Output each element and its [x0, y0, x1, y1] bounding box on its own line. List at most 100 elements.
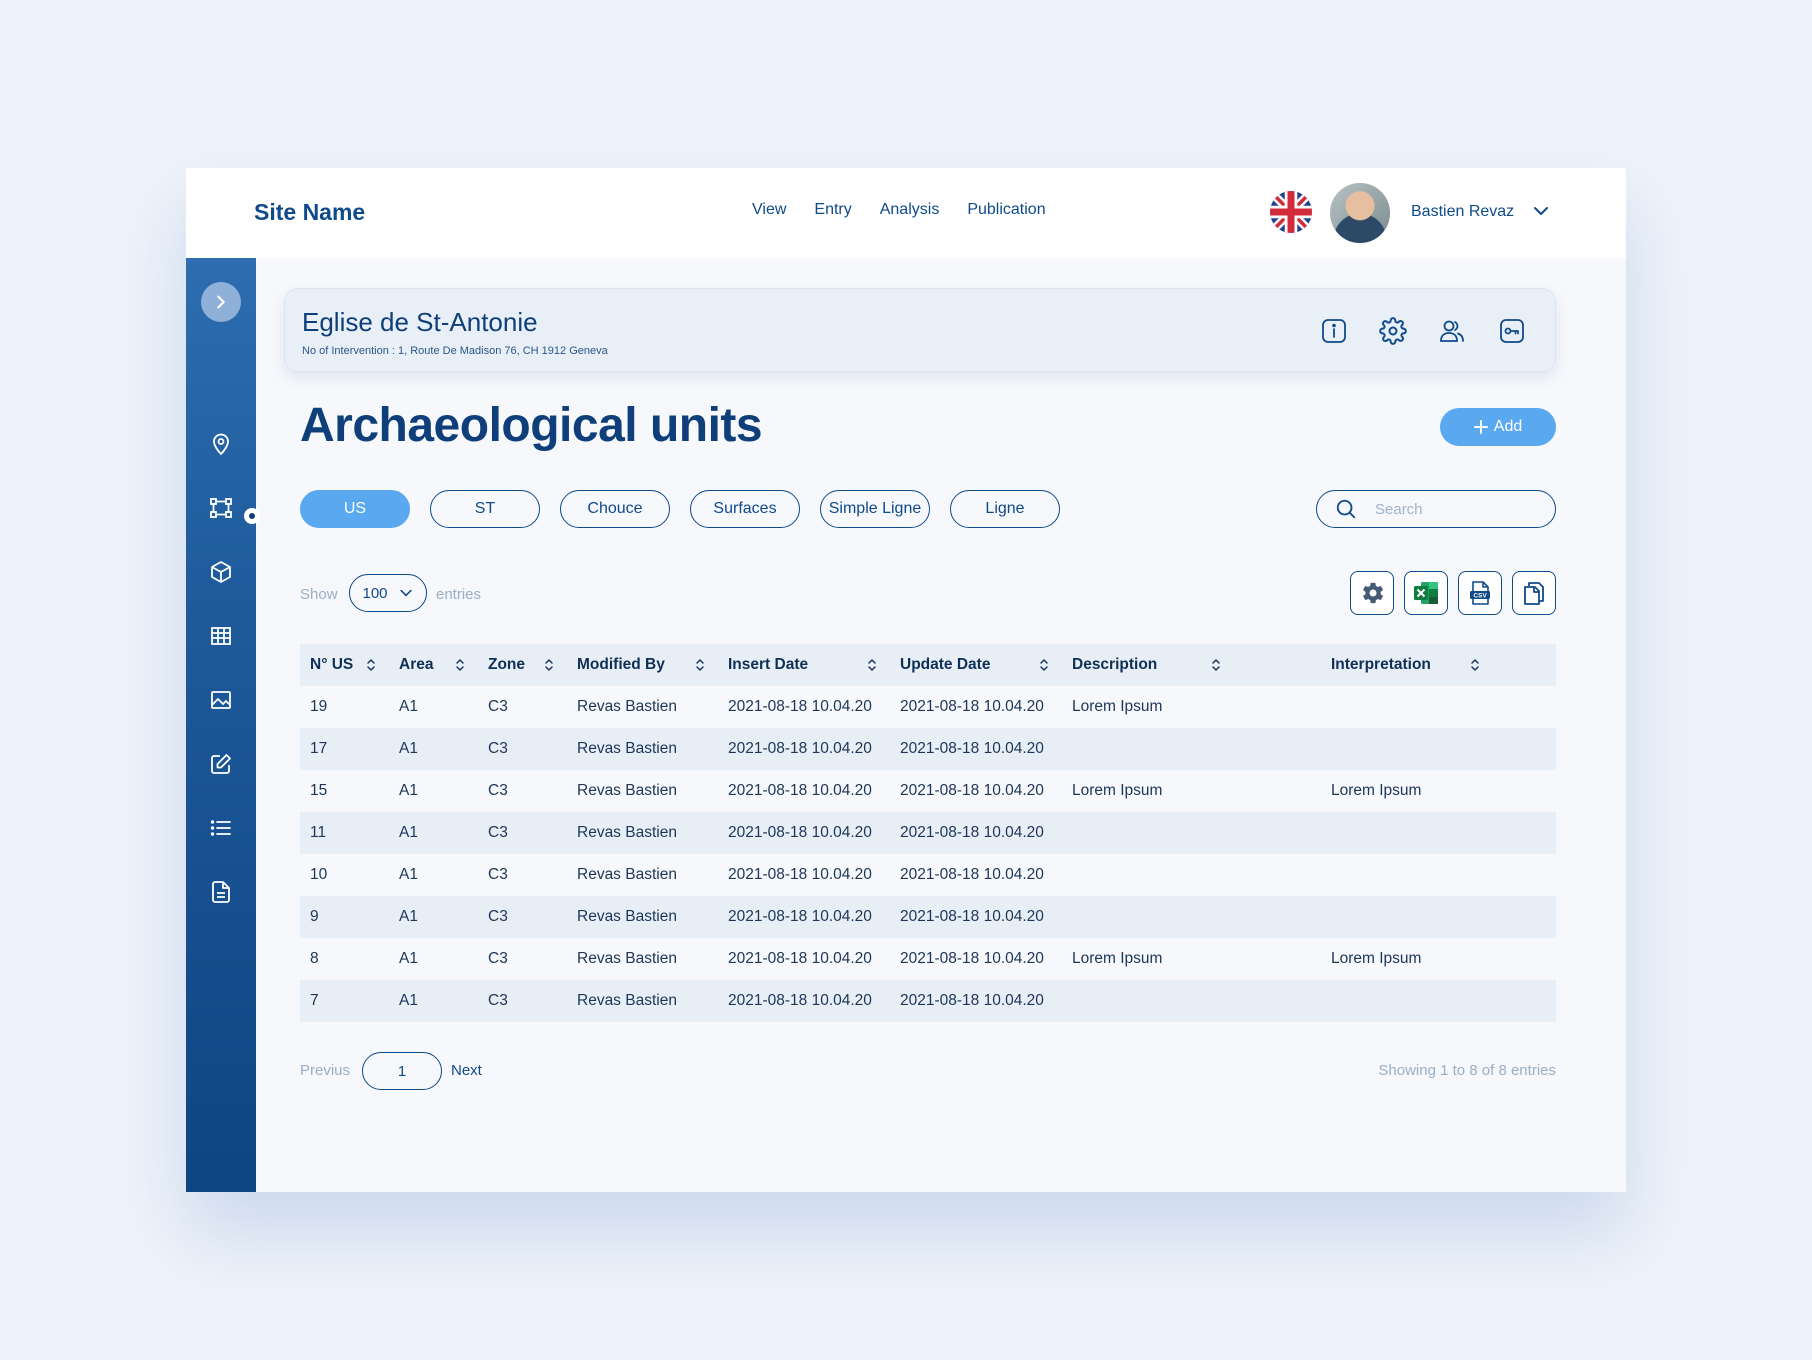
nav-analysis[interactable]: Analysis [880, 201, 940, 219]
table-row[interactable]: 8 A1 C3 Revas Bastien 2021-08-18 10.04.20 202… [300, 938, 1556, 980]
chevron-right-icon [217, 295, 225, 309]
show-label: Show [300, 586, 338, 603]
table-row[interactable]: 11 A1 C3 Revas Bastien 2021-08-18 10.04.20 20… [300, 812, 1556, 854]
tab-ligne[interactable]: Ligne [950, 490, 1060, 528]
export-excel-button[interactable] [1404, 571, 1448, 615]
table-cell: C3 [488, 992, 508, 1009]
site-name[interactable]: Site Name [254, 199, 365, 226]
entries-info: Showing 1 to 8 of 8 entries [1378, 1062, 1556, 1079]
settings-icon[interactable] [1379, 317, 1407, 345]
chevron-down-icon[interactable] [1531, 201, 1551, 221]
table-cell: 2021-08-18 10.04.20 [900, 866, 1044, 883]
table-row[interactable]: 19 A1 C3 Revas Bastien 2021-08-18 10.04.20 20… [300, 686, 1556, 728]
column-header[interactable]: N° US [310, 644, 353, 686]
table-cell: 17 [310, 740, 328, 757]
sort-icon[interactable] [542, 658, 556, 672]
column-header[interactable]: Description [1072, 644, 1157, 686]
table-cell: A1 [399, 992, 418, 1009]
next-button[interactable]: Next [451, 1062, 482, 1079]
table-cell: 2021-08-18 10.04.20 [728, 992, 872, 1009]
document-icon[interactable] [209, 880, 233, 904]
table-row[interactable]: 7 A1 C3 Revas Bastien 2021-08-18 10.04.20 202… [300, 980, 1556, 1022]
table-cell: 2021-08-18 10.04.20 [728, 782, 872, 799]
sort-icon[interactable] [693, 658, 707, 672]
previous-button[interactable]: Previus [300, 1062, 350, 1079]
column-header[interactable]: Area [399, 644, 433, 686]
table-cell: C3 [488, 782, 508, 799]
table-cell: 2021-08-18 10.04.20 [728, 740, 872, 757]
table-cell: A1 [399, 908, 418, 925]
user-name[interactable]: Bastien Revaz [1411, 203, 1514, 221]
table-row[interactable]: 15 A1 C3 Revas Bastien 2021-08-18 10.04.20 20… [300, 770, 1556, 812]
table-row[interactable]: 17 A1 C3 Revas Bastien 2021-08-18 10.04.20 20… [300, 728, 1556, 770]
nav-view[interactable]: View [752, 201, 786, 219]
table-settings-button[interactable] [1350, 571, 1394, 615]
app-window: Site Name View Entry Analysis Publicatio… [186, 168, 1626, 1192]
tab-st[interactable]: ST [430, 490, 540, 528]
entries-select[interactable]: 100 [349, 574, 427, 612]
image-icon[interactable] [209, 688, 233, 712]
table-cell: C3 [488, 866, 508, 883]
excel-icon [1414, 582, 1438, 604]
avatar[interactable] [1328, 181, 1392, 245]
units-table: N° US Area Zone Modified By Insert Date … [300, 644, 1556, 1022]
column-header[interactable]: Interpretation [1331, 644, 1431, 686]
info-icon[interactable] [1320, 317, 1348, 345]
tab-surfaces[interactable]: Surfaces [690, 490, 800, 528]
sort-icon[interactable] [453, 658, 467, 672]
table-cell: Revas Bastien [577, 824, 677, 841]
table-cell: Revas Bastien [577, 698, 677, 715]
page-title: Archaeological units [300, 399, 763, 452]
table-cell: 2021-08-18 10.04.20 [728, 866, 872, 883]
sort-icon[interactable] [865, 658, 879, 672]
tab-us[interactable]: US [300, 490, 410, 528]
tab-chouce[interactable]: Chouce [560, 490, 670, 528]
key-icon[interactable] [1498, 317, 1526, 345]
table-cell: 2021-08-18 10.04.20 [900, 908, 1044, 925]
copy-button[interactable] [1512, 571, 1556, 615]
add-button[interactable]: Add [1440, 408, 1556, 446]
entries-label: entries [436, 586, 482, 603]
column-header[interactable]: Insert Date [728, 644, 808, 686]
tab-simple-ligne[interactable]: Simple Ligne [820, 490, 930, 528]
table-cell: Revas Bastien [577, 908, 677, 925]
table-cell: Lorem Ipsum [1331, 950, 1422, 967]
table-cell: 11 [310, 824, 327, 841]
top-bar: Site Name View Entry Analysis Publicatio… [186, 168, 1626, 258]
sort-icon[interactable] [364, 658, 378, 672]
page-number-button[interactable]: 1 [362, 1052, 442, 1090]
column-header[interactable]: Modified By [577, 644, 665, 686]
table-cell: 2021-08-18 10.04.20 [900, 992, 1044, 1009]
table-row[interactable]: 9 A1 C3 Revas Bastien 2021-08-18 10.04.20 202… [300, 896, 1556, 938]
list-icon[interactable] [209, 816, 233, 840]
table-cell: 2021-08-18 10.04.20 [728, 824, 872, 841]
uk-flag-icon[interactable] [1270, 191, 1312, 233]
users-icon[interactable] [1438, 317, 1466, 345]
sort-icon[interactable] [1468, 658, 1482, 672]
cube-icon[interactable] [209, 560, 233, 584]
nav-publication[interactable]: Publication [967, 201, 1045, 219]
table-cell: A1 [399, 950, 418, 967]
network-icon[interactable] [209, 496, 233, 520]
nav-entry[interactable]: Entry [814, 201, 851, 219]
sidebar-toggle-button[interactable] [201, 282, 241, 322]
table-cell: C3 [488, 740, 508, 757]
table-cell: Revas Bastien [577, 950, 677, 967]
sort-icon[interactable] [1209, 658, 1223, 672]
column-header[interactable]: Zone [488, 644, 525, 686]
search-icon [1336, 499, 1356, 519]
table-cell: 2021-08-18 10.04.20 [900, 950, 1044, 967]
column-header[interactable]: Update Date [900, 644, 990, 686]
copy-icon [1524, 582, 1544, 605]
unit-type-tabs: US ST Chouce Surfaces Simple Ligne Ligne [300, 490, 1060, 528]
table-cell: Revas Bastien [577, 782, 677, 799]
sort-icon[interactable] [1037, 658, 1051, 672]
export-csv-button[interactable]: CSV [1458, 571, 1502, 615]
map-pin-icon[interactable] [209, 432, 233, 456]
edit-icon[interactable] [209, 752, 233, 776]
search-input[interactable] [1375, 500, 1535, 518]
table-cell: Lorem Ipsum [1331, 782, 1422, 799]
table-row[interactable]: 10 A1 C3 Revas Bastien 2021-08-18 10.04.20 20… [300, 854, 1556, 896]
table-cell: 2021-08-18 10.04.20 [728, 698, 872, 715]
table-icon[interactable] [209, 624, 233, 648]
